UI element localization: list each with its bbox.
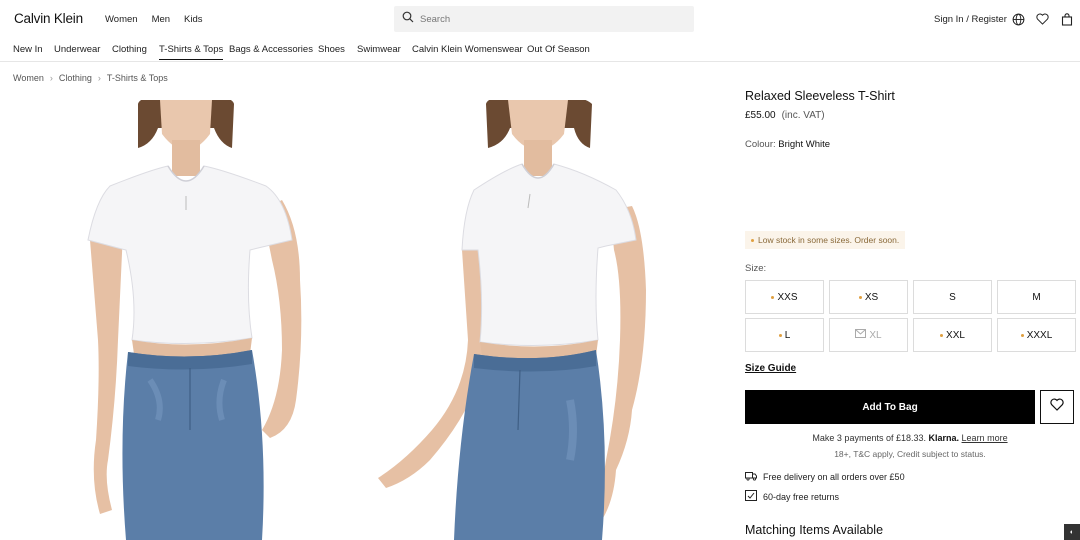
perk-text: Free delivery on all orders over £50 xyxy=(763,472,905,482)
category-nav: New In Underwear Clothing T-Shirts & Top… xyxy=(0,38,1080,62)
breadcrumb: Women › Clothing › T-Shirts & Tops xyxy=(13,73,168,83)
cat-new-in[interactable]: New In xyxy=(13,44,43,55)
sign-in-link[interactable]: Sign In / Register xyxy=(934,14,1007,25)
low-stock-notice: Low stock in some sizes. Order soon. xyxy=(745,231,906,249)
size-label: Size: xyxy=(745,263,767,274)
heart-icon xyxy=(1050,398,1064,416)
size-option-label: XXL xyxy=(946,329,965,341)
size-option-label: XXS xyxy=(777,291,798,303)
nav-men[interactable]: Men xyxy=(152,14,170,25)
breadcrumb-clothing[interactable]: Clothing xyxy=(59,73,92,83)
klarna-learn-more-link[interactable]: Learn more xyxy=(962,433,1008,443)
chat-widget-icon[interactable]: ◐ xyxy=(1064,524,1080,540)
size-option-xl[interactable]: XL xyxy=(829,318,908,352)
top-header: Calvin Klein Women Men Kids Sign In / Re… xyxy=(0,0,1080,38)
size-option-label: XL xyxy=(869,329,882,341)
size-option-xs[interactable]: XS xyxy=(829,280,908,314)
product-price: £55.00 (inc. VAT) xyxy=(745,110,825,121)
size-option-label: M xyxy=(1032,291,1041,303)
product-image-angle[interactable] xyxy=(370,100,725,540)
size-option-xxl[interactable]: XXL xyxy=(913,318,992,352)
size-option-s[interactable]: S xyxy=(913,280,992,314)
globe-icon[interactable] xyxy=(1011,12,1025,26)
breadcrumb-separator: › xyxy=(97,73,101,83)
low-stock-dot-icon xyxy=(771,295,775,299)
envelope-notify-icon xyxy=(855,329,867,341)
heart-icon[interactable] xyxy=(1035,12,1049,26)
low-stock-dot-icon xyxy=(751,238,754,242)
add-to-bag-button[interactable]: Add To Bag xyxy=(745,390,1035,424)
colour-value: Bright White xyxy=(778,139,831,150)
size-option-l[interactable]: L xyxy=(745,318,824,352)
size-option-label: XS xyxy=(864,291,879,303)
perk-free-returns: 60-day free returns xyxy=(745,490,839,503)
cat-shoes[interactable]: Shoes xyxy=(318,44,345,55)
breadcrumb-tshirts[interactable]: T-Shirts & Tops xyxy=(107,73,168,83)
size-option-m[interactable]: M xyxy=(997,280,1076,314)
size-option-xxs[interactable]: XXS xyxy=(745,280,824,314)
cat-bags-accessories[interactable]: Bags & Accessories xyxy=(229,44,313,55)
matching-items-heading: Matching Items Available xyxy=(745,523,884,537)
cat-swimwear[interactable]: Swimwear xyxy=(357,44,401,55)
low-stock-dot-icon xyxy=(940,333,944,337)
product-title: Relaxed Sleeveless T-Shirt xyxy=(745,89,895,103)
low-stock-dot-icon xyxy=(858,295,862,299)
wishlist-button[interactable] xyxy=(1040,390,1074,424)
nav-women[interactable]: Women xyxy=(105,14,138,25)
perk-text: 60-day free returns xyxy=(763,491,840,502)
gender-nav: Women Men Kids xyxy=(105,14,203,25)
klarna-payment-info: Make 3 payments of £18.33. Klarna. Learn… xyxy=(745,433,1075,443)
search-input[interactable] xyxy=(420,13,680,25)
brand-logo[interactable]: Calvin Klein xyxy=(14,11,83,26)
klarna-logo: Klarna. xyxy=(928,433,960,443)
perk-free-delivery: Free delivery on all orders over £50 xyxy=(745,471,905,483)
product-image-front[interactable] xyxy=(0,100,370,540)
low-stock-text: Low stock in some sizes. Order soon. xyxy=(758,235,900,245)
nav-kids[interactable]: Kids xyxy=(184,14,202,25)
size-option-label: L xyxy=(784,329,791,341)
product-colour: Colour: Bright White xyxy=(745,139,830,150)
cat-out-of-season[interactable]: Out Of Season xyxy=(527,44,590,55)
search-bar[interactable] xyxy=(394,6,694,32)
size-guide-link[interactable]: Size Guide xyxy=(745,363,796,374)
cat-clothing[interactable]: Clothing xyxy=(112,44,147,55)
breadcrumb-separator: › xyxy=(49,73,53,83)
size-selector: XXS XS S M L XL XXL XXXL xyxy=(745,280,1077,352)
klarna-terms: 18+, T&C apply, Credit subject to status… xyxy=(834,449,986,459)
price-value: £55.00 xyxy=(745,110,776,121)
price-vat-note: (inc. VAT) xyxy=(781,110,825,121)
cat-tshirts-tops[interactable]: T-Shirts & Tops xyxy=(159,44,224,60)
bag-icon[interactable] xyxy=(1060,12,1074,26)
low-stock-dot-icon xyxy=(778,333,782,337)
size-option-label: S xyxy=(949,291,956,303)
search-icon xyxy=(402,10,414,28)
size-option-xxxl[interactable]: XXXL xyxy=(997,318,1076,352)
returns-box-icon xyxy=(745,490,757,503)
colour-label: Colour: xyxy=(745,139,776,150)
breadcrumb-women[interactable]: Women xyxy=(13,73,44,83)
delivery-truck-icon xyxy=(745,471,757,483)
low-stock-dot-icon xyxy=(1020,333,1024,337)
cat-underwear[interactable]: Underwear xyxy=(54,44,100,55)
klarna-text: Make 3 payments of £18.33. xyxy=(812,433,926,443)
cat-ck-womenswear[interactable]: Calvin Klein Womenswear xyxy=(412,44,523,55)
size-option-label: XXXL xyxy=(1026,329,1053,341)
